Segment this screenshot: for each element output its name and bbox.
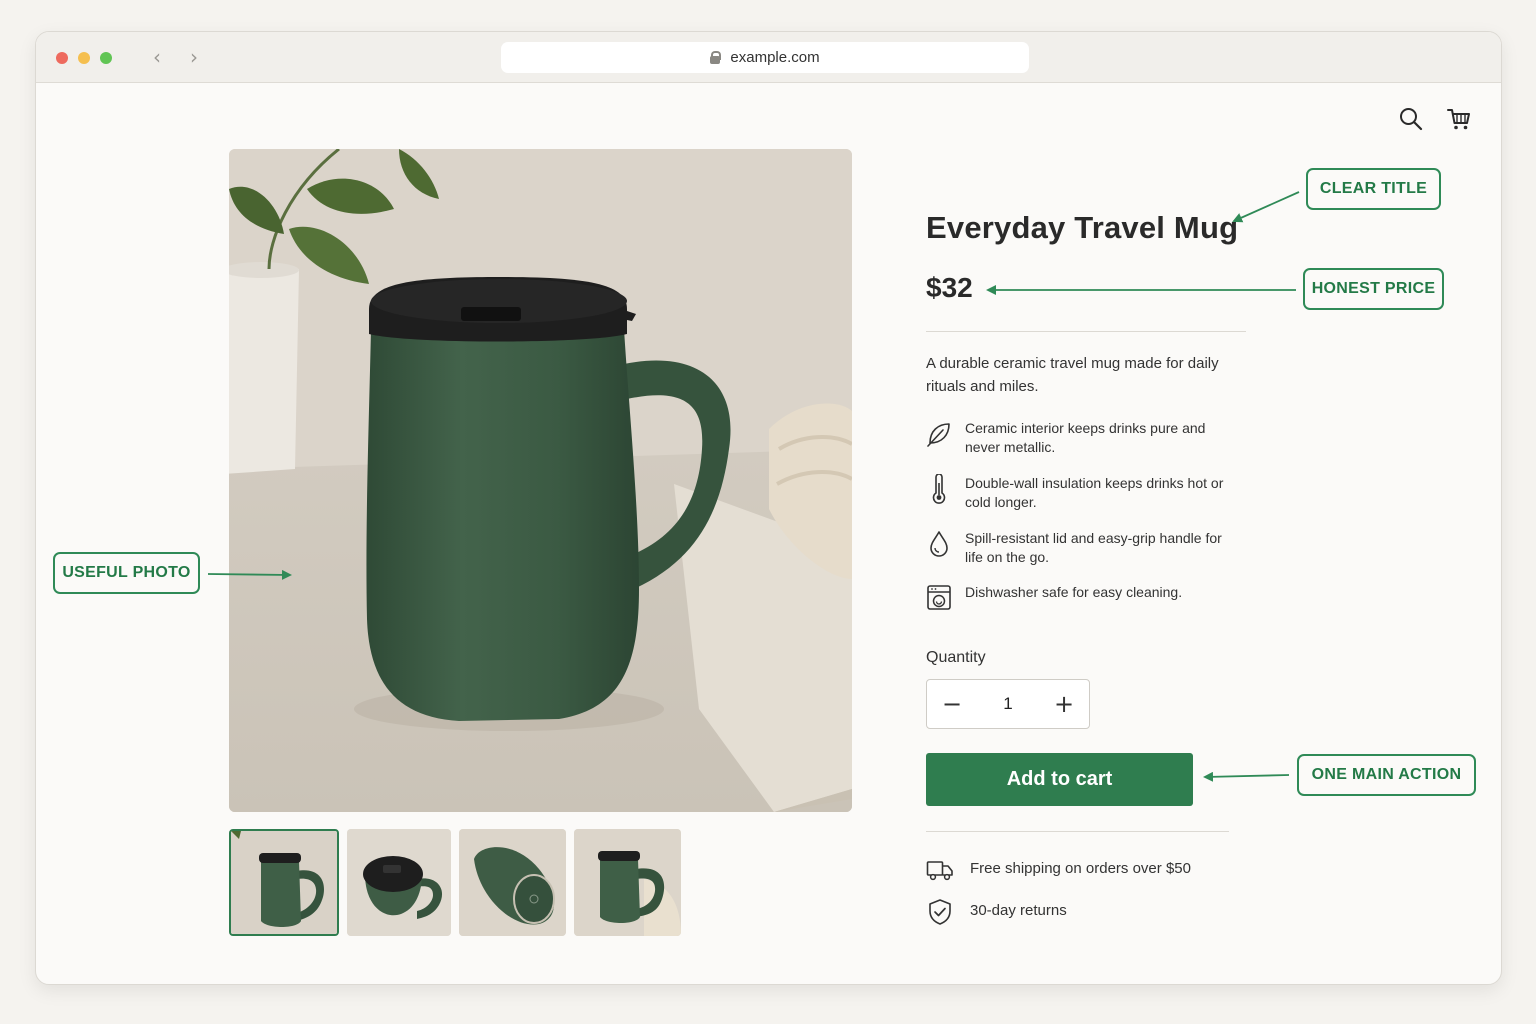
browser-window: ‹ › example.com Everyday Travel Mug $32 … bbox=[35, 31, 1502, 985]
maximize-window-button[interactable] bbox=[100, 52, 112, 64]
cart-icon[interactable] bbox=[1446, 106, 1472, 132]
cart-divider bbox=[926, 831, 1229, 832]
returns-text: 30-day returns bbox=[970, 902, 1067, 919]
callout-useful-photo: USEFUL PHOTO bbox=[53, 552, 200, 594]
price-divider bbox=[926, 331, 1246, 332]
minimize-window-button[interactable] bbox=[78, 52, 90, 64]
feature-text: Double-wall insulation keeps drinks hot … bbox=[965, 475, 1224, 510]
thumbnail-2[interactable] bbox=[347, 829, 451, 936]
droplet-icon bbox=[930, 531, 948, 557]
search-icon[interactable] bbox=[1398, 106, 1424, 132]
back-arrow-icon[interactable]: ‹ bbox=[146, 46, 168, 68]
feature-text: Ceramic interior keeps drinks pure and n… bbox=[965, 420, 1206, 455]
quantity-increase-button[interactable]: + bbox=[1039, 680, 1089, 728]
feature-item-insulation: Double-wall insulation keeps drinks hot … bbox=[926, 474, 1246, 518]
callout-clear-title: CLEAR TITLE bbox=[1306, 168, 1441, 210]
product-title: Everyday Travel Mug bbox=[926, 210, 1239, 245]
close-window-button[interactable] bbox=[56, 52, 68, 64]
callout-one-main-action: ONE MAIN ACTION bbox=[1297, 754, 1476, 796]
dishwasher-icon bbox=[927, 585, 951, 610]
address-bar-url: example.com bbox=[730, 49, 820, 66]
quantity-decrease-button[interactable]: − bbox=[927, 680, 977, 728]
leaf-icon bbox=[927, 423, 950, 447]
thumbnail-1[interactable] bbox=[229, 829, 339, 936]
quantity-stepper: − 1 + bbox=[926, 679, 1090, 729]
feature-text: Dishwasher safe for easy cleaning. bbox=[965, 584, 1183, 600]
callout-honest-price: HONEST PRICE bbox=[1303, 268, 1444, 310]
thermometer-icon bbox=[932, 474, 946, 504]
quantity-input[interactable]: 1 bbox=[977, 680, 1039, 728]
thumbnail-4[interactable] bbox=[574, 829, 681, 936]
feature-item-dishwasher: Dishwasher safe for easy cleaning. bbox=[926, 583, 1246, 627]
delivery-truck-icon bbox=[926, 861, 953, 881]
address-bar[interactable]: example.com bbox=[501, 42, 1029, 73]
lock-icon bbox=[710, 51, 722, 64]
browser-titlebar: ‹ › example.com bbox=[36, 32, 1501, 83]
product-main-photo[interactable] bbox=[229, 149, 852, 812]
feature-text: Spill-resistant lid and easy-grip handle… bbox=[965, 530, 1222, 565]
add-to-cart-button[interactable]: Add to cart bbox=[926, 753, 1193, 806]
feature-item-ceramic: Ceramic interior keeps drinks pure and n… bbox=[926, 419, 1246, 463]
feature-item-spill-resistant: Spill-resistant lid and easy-grip handle… bbox=[926, 529, 1246, 573]
shipping-text: Free shipping on orders over $50 bbox=[970, 860, 1191, 877]
forward-arrow-icon[interactable]: › bbox=[183, 46, 205, 68]
thumbnail-3[interactable] bbox=[459, 829, 566, 936]
quantity-label: Quantity bbox=[926, 649, 986, 666]
product-price: $32 bbox=[926, 272, 973, 303]
product-description: A durable ceramic travel mug made for da… bbox=[926, 355, 1219, 395]
shield-check-icon bbox=[929, 899, 951, 925]
